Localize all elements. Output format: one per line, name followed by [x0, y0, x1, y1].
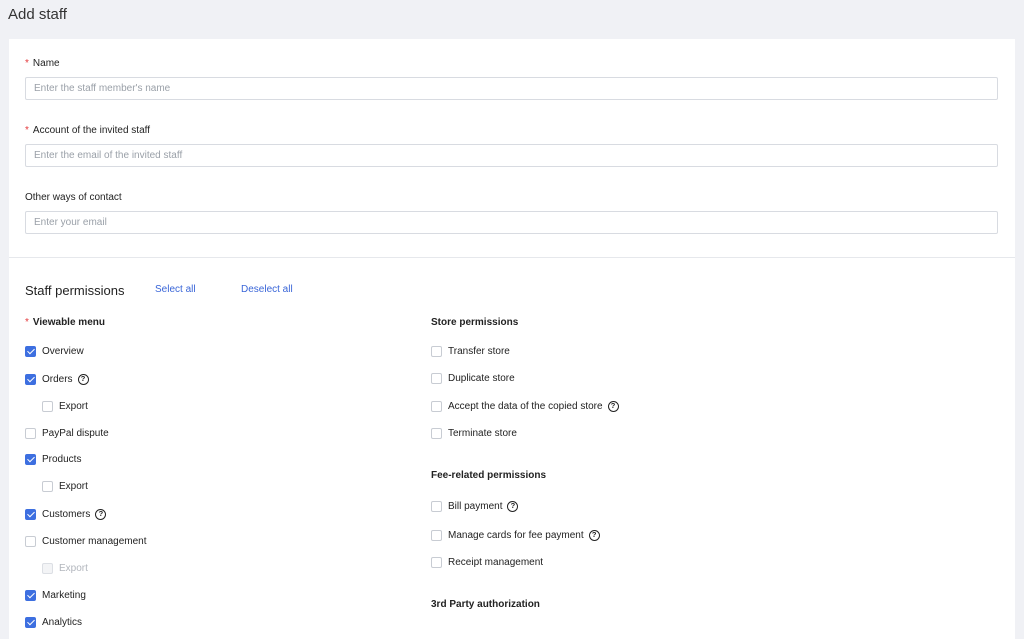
permission-label: Terminate store: [448, 427, 517, 439]
permission-label: Overview: [42, 345, 84, 357]
staff-permissions-title: Staff permissions: [25, 283, 125, 298]
help-icon[interactable]: ?: [588, 529, 600, 541]
permission-label: Export: [59, 400, 88, 412]
permission-item-orders[interactable]: Orders?: [25, 372, 89, 386]
permission-label: Analytics: [42, 616, 83, 628]
permission-item-customer-management[interactable]: Customer management: [25, 534, 147, 548]
deselect-all-button[interactable]: Deselect all: [241, 284, 293, 295]
store-permissions-heading: Store permissions: [431, 317, 519, 328]
name-label: * Name: [25, 58, 60, 69]
checkbox-checked[interactable]: [25, 589, 36, 601]
checkbox-unchecked[interactable]: [25, 535, 36, 547]
permission-label: Receipt management: [448, 556, 544, 568]
permission-label: Duplicate store: [448, 372, 515, 384]
contact-label: Other ways of contact: [25, 192, 122, 203]
permission-label: Marketing: [42, 589, 86, 601]
checkbox-unchecked[interactable]: [42, 480, 53, 492]
checkbox-unchecked[interactable]: [431, 556, 442, 568]
name-input[interactable]: [25, 77, 998, 100]
account-field-group: * Account of the invited staff: [25, 124, 998, 167]
permission-item-paypal-dispute[interactable]: PayPal dispute: [25, 426, 109, 440]
select-all-button[interactable]: Select all: [155, 284, 196, 295]
account-email-input[interactable]: [25, 144, 998, 167]
checkbox-unchecked[interactable]: [431, 427, 442, 439]
permission-item-export-sub[interactable]: Export: [42, 399, 88, 413]
account-label: * Account of the invited staff: [25, 125, 151, 136]
permission-item-duplicate-store[interactable]: Duplicate store: [431, 371, 515, 385]
checkbox-unchecked[interactable]: [431, 500, 442, 512]
permission-item-terminate-store[interactable]: Terminate store: [431, 426, 517, 440]
permission-label: Orders: [42, 373, 73, 385]
permission-label: Transfer store: [448, 345, 510, 357]
permission-label: Customers: [42, 508, 91, 520]
checkbox-checked[interactable]: [25, 453, 36, 465]
fee-permissions-heading: Fee-related permissions: [431, 470, 547, 481]
checkbox-unchecked: [42, 562, 53, 574]
permission-item-accept-the-data-of-the-copied-store[interactable]: Accept the data of the copied store?: [431, 399, 619, 413]
checkbox-unchecked[interactable]: [431, 400, 442, 412]
checkbox-checked[interactable]: [25, 616, 36, 628]
contact-field-group: Other ways of contact: [25, 191, 998, 234]
permission-item-manage-cards-for-fee-payment[interactable]: Manage cards for fee payment?: [431, 528, 600, 542]
permission-label: Export: [59, 480, 88, 492]
name-field-group: * Name: [25, 57, 998, 100]
required-marker: *: [25, 125, 29, 136]
permission-item-export-sub: Export: [42, 561, 88, 575]
permission-item-overview[interactable]: Overview: [25, 344, 84, 358]
required-marker: *: [25, 58, 29, 69]
form-card: *Name *Account of the invited staff Othe…: [9, 39, 1015, 639]
checkbox-unchecked[interactable]: [431, 372, 442, 384]
viewable-menu-heading: * Viewable menu: [25, 317, 105, 328]
required-marker: *: [25, 317, 29, 328]
permission-label: Accept the data of the copied store: [448, 400, 603, 412]
checkbox-checked[interactable]: [25, 508, 36, 520]
third-party-authorization-heading: 3rd Party authorization: [431, 599, 540, 610]
permission-item-bill-payment[interactable]: Bill payment?: [431, 499, 519, 513]
permission-label: Export: [59, 562, 88, 574]
section-divider: [9, 257, 1015, 258]
page-title: Add staff: [8, 6, 67, 23]
contact-email-input[interactable]: [25, 211, 998, 234]
help-icon[interactable]: ?: [507, 500, 519, 512]
permission-label: Manage cards for fee payment: [448, 529, 584, 541]
checkbox-checked[interactable]: [25, 373, 36, 385]
help-icon[interactable]: ?: [607, 400, 619, 412]
permission-item-marketing[interactable]: Marketing: [25, 588, 86, 602]
checkbox-unchecked[interactable]: [42, 400, 53, 412]
checkbox-checked[interactable]: [25, 345, 36, 357]
help-icon[interactable]: ?: [95, 508, 107, 520]
permission-item-export-sub[interactable]: Export: [42, 479, 88, 493]
permission-item-receipt-management[interactable]: Receipt management: [431, 555, 543, 569]
page-header: Add staff: [0, 0, 1024, 38]
permission-label: Bill payment: [448, 500, 503, 512]
permission-item-products[interactable]: Products: [25, 452, 81, 466]
permission-label: PayPal dispute: [42, 427, 109, 439]
checkbox-unchecked[interactable]: [431, 529, 442, 541]
checkbox-unchecked[interactable]: [25, 427, 36, 439]
checkbox-unchecked[interactable]: [431, 345, 442, 357]
permission-item-customers[interactable]: Customers?: [25, 507, 107, 521]
permission-item-transfer-store[interactable]: Transfer store: [431, 344, 510, 358]
permission-label: Customer management: [42, 535, 147, 547]
help-icon[interactable]: ?: [77, 373, 89, 385]
permission-label: Products: [42, 453, 82, 465]
